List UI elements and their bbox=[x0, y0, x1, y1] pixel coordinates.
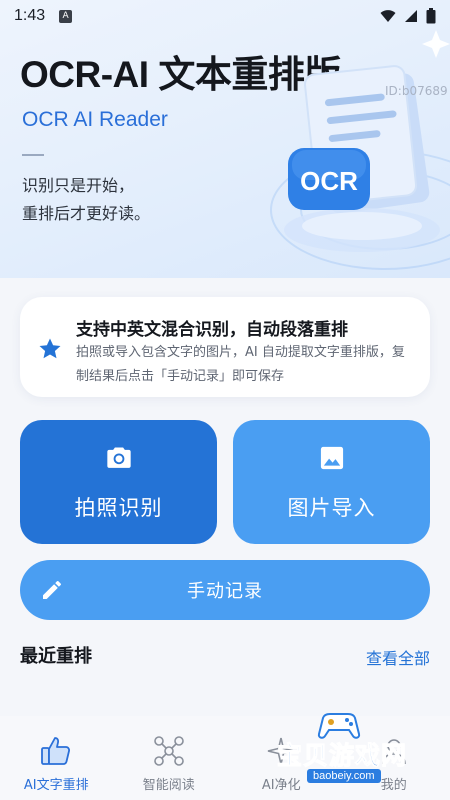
battery-icon bbox=[426, 8, 436, 24]
notification-a-icon: A bbox=[59, 9, 73, 23]
nav-label: AI文字重排 bbox=[23, 778, 89, 793]
nav-tab-smart-reading[interactable]: 智能阅读 bbox=[113, 716, 226, 800]
hero-id-label: ID:b07689 bbox=[385, 84, 448, 98]
user-icon bbox=[381, 739, 406, 765]
status-time: 1:43 bbox=[14, 7, 46, 24]
nav-tab-ai-text-reflow[interactable]: AI文字重排 bbox=[0, 716, 113, 800]
feature-info-card: 支持中英文混合识别，自动段落重排 拍照或导入包含文字的图片，AI 自动提取文字重… bbox=[20, 297, 430, 397]
status-bar: 1:43 A bbox=[0, 0, 450, 32]
hero-banner: OCR-AI 文本重排版 OCR AI Reader 识别只是开始， 重排后才更… bbox=[0, 0, 450, 278]
nav-label: 智能阅读 bbox=[142, 778, 195, 793]
cell-signal-icon bbox=[405, 10, 417, 22]
camera-icon bbox=[106, 447, 131, 468]
hero-subtitle: OCR AI Reader bbox=[22, 108, 168, 131]
nav-label: AI净化 bbox=[261, 778, 301, 793]
recent-section-title: 最近重排 bbox=[20, 646, 92, 667]
camera-button-label: 拍照识别 bbox=[74, 496, 163, 520]
nav-label: 我的 bbox=[380, 778, 407, 793]
feature-title: 支持中英文混合识别，自动段落重排 bbox=[76, 320, 348, 340]
bottom-navigation: AI文字重排 智能阅读 AI净化 我的 bbox=[0, 716, 450, 800]
manual-record-label: 手动记录 bbox=[187, 581, 263, 602]
sparkle-icon bbox=[268, 737, 295, 765]
nav-tab-mine[interactable]: 我的 bbox=[338, 716, 450, 800]
thumbs-up-icon bbox=[41, 737, 71, 765]
camera-recognize-button[interactable]: 拍照识别 bbox=[20, 420, 217, 544]
star-icon bbox=[39, 338, 61, 359]
ocr-badge-text: OCR bbox=[300, 166, 358, 196]
molecule-icon bbox=[153, 736, 184, 766]
feature-description: 拍照或导入包含文字的图片，AI 自动提取文字重排版，复制结果后点击「手动记录」即… bbox=[76, 345, 405, 384]
view-all-link[interactable]: 查看全部 bbox=[366, 645, 430, 669]
hero-slogan-line: 识别只是开始， bbox=[22, 176, 135, 195]
hero-slogan: 识别只是开始， 重排后才更好读。 bbox=[22, 172, 150, 228]
image-import-button[interactable]: 图片导入 bbox=[233, 420, 430, 544]
hero-divider bbox=[22, 154, 44, 156]
nav-tab-ai-cleanup[interactable]: AI净化 bbox=[225, 716, 338, 800]
manual-record-button[interactable]: 手动记录 bbox=[20, 560, 430, 620]
ocr-document-illustration: OCR bbox=[284, 30, 450, 252]
status-indicators bbox=[380, 8, 436, 24]
image-icon bbox=[320, 446, 343, 470]
wifi-icon bbox=[380, 10, 396, 22]
image-button-label: 图片导入 bbox=[287, 496, 376, 520]
hero-slogan-line: 重排后才更好读。 bbox=[22, 204, 151, 223]
pencil-icon bbox=[43, 581, 61, 599]
